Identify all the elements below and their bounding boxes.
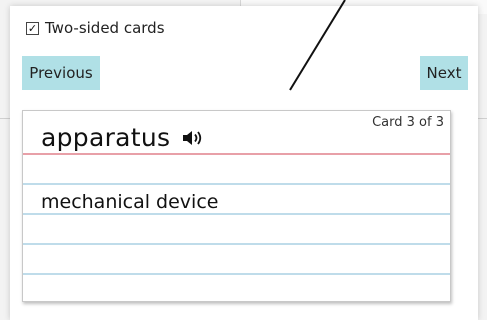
term-row: apparatus	[41, 123, 204, 152]
card-term: apparatus	[41, 123, 171, 152]
flashcard: Card 3 of 3 apparatus mechanical device	[22, 110, 451, 302]
card-rule-line	[23, 243, 450, 245]
next-button[interactable]: Next	[420, 56, 468, 90]
card-rule-line	[23, 213, 450, 215]
previous-button[interactable]: Previous	[22, 56, 100, 90]
card-definition: mechanical device	[41, 191, 219, 213]
two-sided-option[interactable]: ✓ Two-sided cards	[26, 17, 165, 39]
card-margin-line	[23, 153, 450, 155]
speaker-icon[interactable]	[182, 129, 204, 147]
two-sided-label: Two-sided cards	[45, 19, 165, 37]
two-sided-checkbox[interactable]: ✓	[26, 21, 39, 35]
card-counter: Card 3 of 3	[372, 115, 444, 130]
card-rule-line	[23, 183, 450, 185]
card-rule-line	[23, 273, 450, 275]
